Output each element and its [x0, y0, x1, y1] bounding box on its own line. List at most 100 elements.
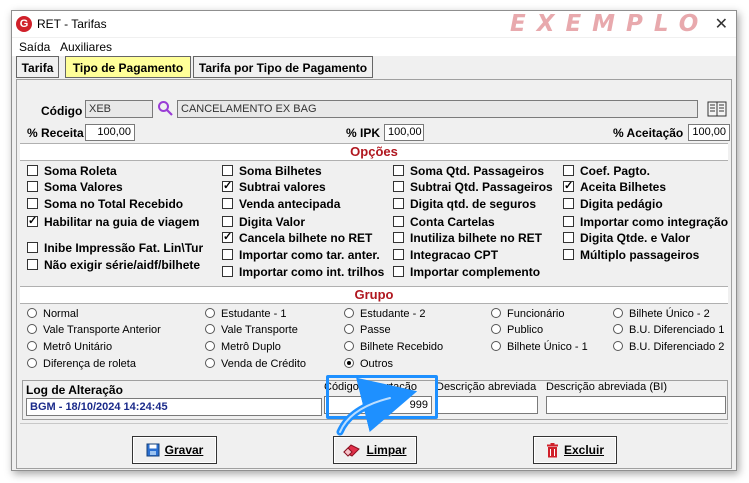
radio[interactable]: [27, 308, 37, 318]
radio[interactable]: [205, 358, 215, 368]
grp-vale-transporte[interactable]: Vale Transporte: [205, 324, 298, 336]
checkbox[interactable]: [563, 249, 574, 260]
opt-importar-complemento[interactable]: Importar complemento: [393, 265, 540, 279]
grp-bu-diferenciado-1[interactable]: B.U. Diferenciado 1: [613, 324, 724, 336]
opt-subtrai-valores[interactable]: Subtrai valores: [222, 179, 326, 194]
grp-estudante-2[interactable]: Estudante - 2: [344, 308, 425, 320]
tab-tipo-de-pagamento[interactable]: Tipo de Pagamento: [65, 56, 191, 78]
opt-subtrai-qtd-passageiros[interactable]: Subtrai Qtd. Passageiros: [393, 180, 553, 194]
ipk-input[interactable]: 100,00: [384, 124, 424, 141]
close-icon[interactable]: ✕: [715, 14, 728, 34]
checkbox[interactable]: [222, 179, 233, 192]
checkbox[interactable]: [563, 165, 574, 176]
checkbox[interactable]: [27, 242, 38, 253]
grp-bilhete-recebido[interactable]: Bilhete Recebido: [344, 341, 443, 353]
receita-input[interactable]: 100,00: [85, 124, 135, 141]
grp-vale-transporte-anterior[interactable]: Vale Transporte Anterior: [27, 324, 161, 336]
radio[interactable]: [491, 308, 501, 318]
checkbox[interactable]: [563, 179, 574, 192]
opt-inibe-impressao[interactable]: Inibe Impressão Fat. Lin\Tur: [27, 241, 203, 255]
excluir-button[interactable]: Excluir: [533, 436, 617, 464]
opt-importar-tar-anter[interactable]: Importar como tar. anter.: [222, 248, 380, 262]
grp-estudante-1[interactable]: Estudante - 1: [205, 308, 286, 320]
opt-soma-valores[interactable]: Soma Valores: [27, 180, 123, 194]
desc-abrev-input[interactable]: [436, 396, 538, 414]
codigo-description-input[interactable]: CANCELAMENTO EX BAG: [177, 100, 698, 118]
opt-integracao-cpt[interactable]: Integracao CPT: [393, 248, 498, 262]
radio[interactable]: [205, 341, 215, 351]
tab-tarifa[interactable]: Tarifa: [16, 56, 59, 78]
checkbox[interactable]: [393, 181, 404, 192]
radio[interactable]: [344, 324, 354, 334]
radio[interactable]: [344, 308, 354, 318]
grp-venda-credito[interactable]: Venda de Crédito: [205, 358, 306, 370]
grp-bu-diferenciado-2[interactable]: B.U. Diferenciado 2: [613, 341, 724, 353]
radio[interactable]: [205, 308, 215, 318]
desc-abrev-bi-input[interactable]: [546, 396, 726, 414]
opt-digita-valor[interactable]: Digita Valor: [222, 215, 305, 229]
grp-normal[interactable]: Normal: [27, 308, 78, 320]
checkbox[interactable]: [222, 216, 233, 227]
opt-cancela-bilhete[interactable]: Cancela bilhete no RET: [222, 230, 372, 245]
checkbox[interactable]: [222, 230, 233, 243]
opt-aceita-bilhetes[interactable]: Aceita Bilhetes: [563, 179, 666, 194]
grp-metro-unitario[interactable]: Metrô Unitário: [27, 341, 112, 353]
opt-nao-exigir-serie[interactable]: Não exigir série/aidf/bilhete: [27, 258, 200, 272]
book-icon[interactable]: [707, 100, 727, 118]
menu-auxiliares[interactable]: Auxiliares: [60, 40, 112, 54]
opt-multiplo-passageiros[interactable]: Múltiplo passageiros: [563, 248, 699, 262]
opt-soma-roleta[interactable]: Soma Roleta: [27, 164, 117, 178]
codigo-input[interactable]: XEB: [85, 100, 153, 118]
grp-metro-duplo[interactable]: Metrô Duplo: [205, 341, 281, 353]
gravar-button[interactable]: Gravar: [132, 436, 217, 464]
checkbox[interactable]: [393, 232, 404, 243]
grp-diferenca-roleta[interactable]: Diferença de roleta: [27, 358, 136, 370]
radio[interactable]: [613, 341, 623, 351]
grp-bilhete-unico-1[interactable]: Bilhete Único - 1: [491, 341, 588, 353]
grp-bilhete-unico-2[interactable]: Bilhete Único - 2: [613, 308, 710, 320]
checkbox[interactable]: [393, 165, 404, 176]
radio[interactable]: [27, 341, 37, 351]
opt-importar-int-trilhos[interactable]: Importar como int. trilhos: [222, 265, 384, 279]
opt-digita-pedagio[interactable]: Digita pedágio: [563, 197, 663, 211]
grp-passe[interactable]: Passe: [344, 324, 391, 336]
checkbox[interactable]: [27, 181, 38, 192]
checkbox[interactable]: [27, 259, 38, 270]
checkbox[interactable]: [393, 266, 404, 277]
grp-funcionario[interactable]: Funcionário: [491, 308, 564, 320]
menu-saida[interactable]: Saída: [19, 40, 50, 54]
checkbox[interactable]: [563, 232, 574, 243]
checkbox[interactable]: [563, 198, 574, 209]
opt-soma-bilhetes[interactable]: Soma Bilhetes: [222, 164, 322, 178]
checkbox[interactable]: [393, 216, 404, 227]
radio[interactable]: [27, 358, 37, 368]
opt-habilitar-guia[interactable]: Habilitar na guia de viagem: [27, 214, 199, 229]
opt-venda-antecipada[interactable]: Venda antecipada: [222, 197, 340, 211]
checkbox[interactable]: [393, 198, 404, 209]
radio[interactable]: [613, 324, 623, 334]
search-icon[interactable]: [157, 100, 173, 116]
opt-digita-qtde-valor[interactable]: Digita Qtde. e Valor: [563, 231, 690, 245]
radio[interactable]: [344, 358, 354, 368]
radio[interactable]: [27, 324, 37, 334]
checkbox[interactable]: [222, 249, 233, 260]
checkbox[interactable]: [393, 249, 404, 260]
opt-inutiliza-bilhete[interactable]: Inutiliza bilhete no RET: [393, 231, 542, 245]
opt-digita-qtd-seguros[interactable]: Digita qtd. de seguros: [393, 197, 536, 211]
opt-importar-integracao[interactable]: Importar como integração: [563, 215, 728, 229]
radio[interactable]: [205, 324, 215, 334]
radio[interactable]: [491, 341, 501, 351]
radio[interactable]: [344, 341, 354, 351]
radio[interactable]: [613, 308, 623, 318]
checkbox[interactable]: [222, 165, 233, 176]
radio[interactable]: [491, 324, 501, 334]
checkbox[interactable]: [222, 198, 233, 209]
grp-outros[interactable]: Outros: [344, 358, 393, 370]
grp-publico[interactable]: Publico: [491, 324, 543, 336]
limpar-button[interactable]: Limpar: [333, 436, 417, 464]
opt-conta-cartelas[interactable]: Conta Cartelas: [393, 215, 495, 229]
checkbox[interactable]: [222, 266, 233, 277]
checkbox[interactable]: [27, 165, 38, 176]
opt-coef-pagto[interactable]: Coef. Pagto.: [563, 164, 650, 178]
log-value-field[interactable]: BGM - 18/10/2024 14:24:45: [26, 398, 322, 416]
